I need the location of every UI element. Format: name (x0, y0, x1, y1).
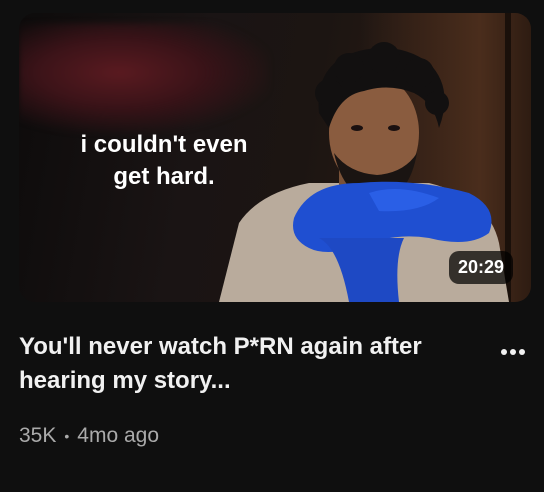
view-count: 35K (19, 424, 57, 447)
more-vert-icon[interactable] (493, 340, 533, 364)
meta-separator: • (64, 428, 70, 444)
video-title[interactable]: You'll never watch P*RN again after hear… (19, 330, 479, 398)
menu-dot (501, 349, 507, 355)
menu-dot (510, 349, 516, 355)
menu-dot (519, 349, 525, 355)
duration-badge: 20:29 (448, 251, 513, 284)
upload-age: 4mo ago (77, 424, 160, 447)
video-card[interactable]: i couldn't even get hard. 20:29 You'll n… (0, 0, 544, 492)
video-meta: 35K • 4mo ago (19, 424, 159, 448)
video-thumbnail[interactable]: i couldn't even get hard. 20:29 (19, 13, 531, 302)
